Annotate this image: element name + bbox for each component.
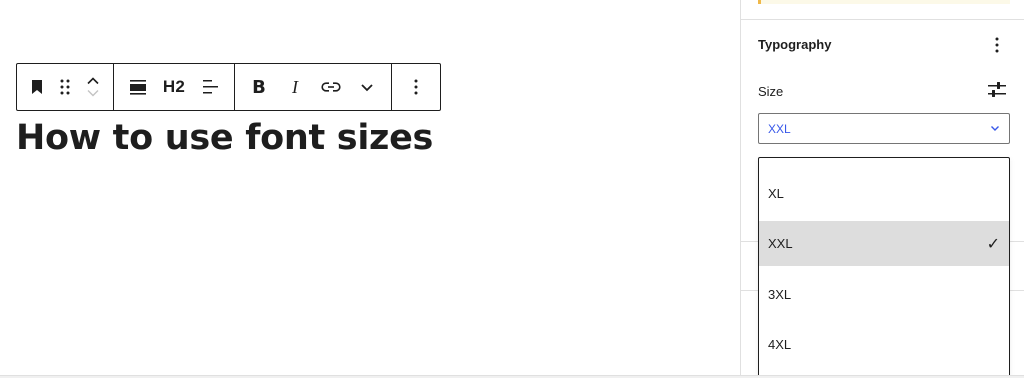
block-parent-group	[17, 64, 114, 110]
font-size-option-4xl[interactable]: 4XL	[759, 322, 1009, 367]
option-label: XL	[768, 186, 784, 201]
settings-sidebar: Typography Size XXL XL XXL ✓ 3XL 4XL	[740, 0, 1024, 378]
more-rich-text-button[interactable]	[349, 64, 385, 110]
bookmark-icon	[32, 80, 42, 94]
font-size-select-value: XXL	[768, 121, 791, 136]
panel-divider	[741, 19, 1024, 20]
format-group: B I	[235, 64, 392, 110]
typography-panel-title: Typography	[758, 37, 832, 52]
italic-label: I	[292, 76, 298, 97]
italic-button[interactable]: I	[277, 64, 313, 110]
link-button[interactable]	[313, 64, 349, 110]
justify-top-icon	[130, 80, 146, 95]
bold-label: B	[252, 76, 266, 98]
block-align-button[interactable]	[120, 64, 156, 110]
drag-handle-icon	[60, 79, 70, 95]
size-label: Size	[758, 84, 784, 99]
font-size-option-3xl[interactable]: 3XL	[759, 272, 1009, 317]
heading-level-label: H2	[162, 77, 186, 96]
custom-size-toggle[interactable]	[985, 78, 1009, 102]
option-label: 3XL	[768, 287, 792, 302]
text-align-button[interactable]	[192, 64, 228, 110]
check-icon: ✓	[986, 235, 1000, 253]
bold-button[interactable]: B	[241, 64, 277, 110]
block-options-button[interactable]	[398, 64, 434, 110]
block-toolbar: H2 B I	[16, 63, 441, 111]
move-down-button[interactable]	[86, 89, 100, 98]
settings-sliders-icon	[988, 82, 1006, 97]
typography-options-button[interactable]	[985, 33, 1009, 57]
font-size-option-xxl[interactable]: XXL ✓	[759, 221, 1009, 266]
block-controls-group: H2	[114, 64, 235, 110]
heading-block[interactable]: How to use font sizes	[16, 118, 433, 158]
more-vertical-icon	[414, 79, 418, 95]
option-label: XXL	[768, 236, 793, 251]
chevron-down-icon	[361, 83, 373, 91]
font-size-option-xl[interactable]: XL	[759, 171, 1009, 216]
align-left-icon	[203, 80, 218, 94]
font-size-select[interactable]: XXL	[758, 113, 1010, 144]
font-size-options-list: XL XXL ✓ 3XL 4XL	[758, 157, 1010, 378]
option-label: 4XL	[768, 337, 792, 352]
link-icon	[321, 82, 341, 92]
more-vertical-icon	[995, 37, 999, 53]
chevron-down-icon	[991, 126, 999, 131]
block-type-button[interactable]	[23, 64, 51, 110]
notice-strip	[758, 0, 1010, 4]
block-mover	[79, 64, 107, 110]
options-group	[392, 64, 440, 110]
move-up-button[interactable]	[86, 76, 100, 85]
drag-handle-button[interactable]	[51, 64, 79, 110]
heading-level-button[interactable]: H2	[156, 64, 192, 110]
editor-canvas: H2 B I How to use font sizes	[0, 0, 740, 378]
